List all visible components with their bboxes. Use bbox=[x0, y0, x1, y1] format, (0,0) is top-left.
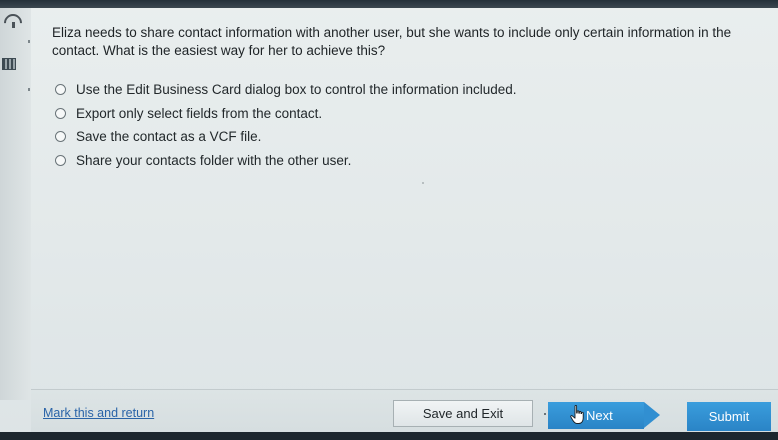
radio-unchecked-icon[interactable] bbox=[55, 107, 66, 119]
rail-marker bbox=[28, 88, 30, 91]
answer-choice-label: Save the contact as a VCF file. bbox=[76, 129, 262, 145]
mark-and-return-link[interactable]: Mark this and return bbox=[43, 406, 154, 420]
answer-choice-2[interactable]: Export only select fields from the conta… bbox=[55, 102, 517, 126]
next-button[interactable]: Next bbox=[548, 402, 660, 429]
collapse-arrow-tail bbox=[12, 22, 15, 28]
answer-choice-label: Share your contacts folder with the othe… bbox=[76, 152, 352, 168]
radio-unchecked-icon[interactable] bbox=[55, 84, 66, 96]
monitor-top-edge bbox=[0, 0, 778, 8]
next-button-label: Next bbox=[586, 408, 613, 423]
save-and-exit-label: Save and Exit bbox=[422, 406, 504, 421]
exam-screen: Eliza needs to share contact information… bbox=[0, 0, 778, 440]
left-sidebar-rail bbox=[0, 8, 31, 400]
radio-unchecked-icon[interactable] bbox=[55, 131, 66, 143]
answer-choice-label: Use the Edit Business Card dialog box to… bbox=[76, 82, 517, 98]
exam-footer: Mark this and return Save and Exit Next … bbox=[31, 389, 778, 432]
save-and-exit-button[interactable]: Save and Exit bbox=[393, 400, 533, 427]
hand-pointer-icon bbox=[570, 405, 584, 424]
radio-unchecked-icon[interactable] bbox=[55, 154, 66, 166]
submit-button-label: Submit bbox=[708, 409, 750, 424]
rail-marker bbox=[28, 40, 30, 43]
monitor-bottom-edge bbox=[0, 432, 778, 440]
calculator-icon[interactable] bbox=[2, 58, 16, 70]
submit-button[interactable]: Submit bbox=[687, 402, 771, 431]
answer-choices: Use the Edit Business Card dialog box to… bbox=[55, 78, 517, 172]
next-arrow-icon bbox=[644, 402, 660, 428]
separator-dot bbox=[544, 413, 546, 415]
screen-speck bbox=[422, 182, 424, 184]
question-text: Eliza needs to share contact information… bbox=[52, 25, 732, 58]
answer-choice-1[interactable]: Use the Edit Business Card dialog box to… bbox=[55, 78, 517, 102]
answer-choice-4[interactable]: Share your contacts folder with the othe… bbox=[55, 149, 517, 173]
answer-choice-label: Export only select fields from the conta… bbox=[76, 105, 323, 121]
answer-choice-3[interactable]: Save the contact as a VCF file. bbox=[55, 125, 517, 149]
